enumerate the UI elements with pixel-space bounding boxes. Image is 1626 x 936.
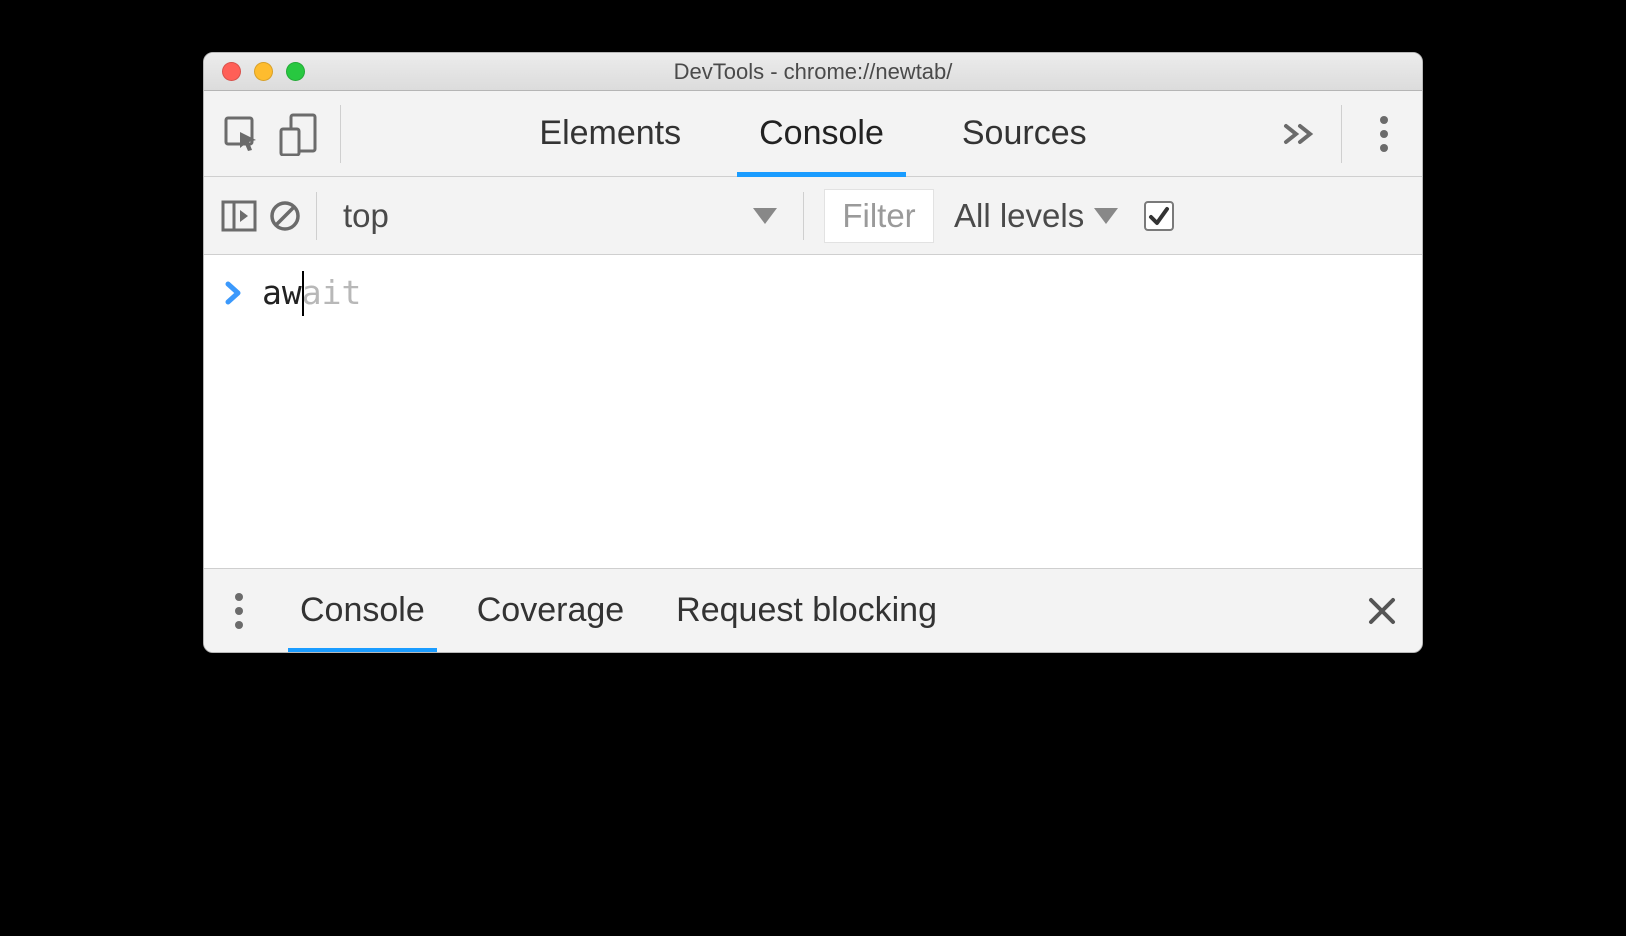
device-toolbar-icon[interactable] [270,106,326,162]
drawer-kebab-menu-icon[interactable] [224,583,254,639]
console-input[interactable]: await [262,273,361,312]
close-drawer-icon[interactable] [1362,583,1402,639]
drawer-tab-request-blocking[interactable]: Request blocking [670,569,943,652]
clear-console-icon[interactable] [262,188,308,244]
kebab-menu-icon[interactable] [1356,106,1412,162]
console-autocomplete-suggestion: ait [302,273,362,312]
maximize-window-button[interactable] [286,62,305,81]
filter-placeholder: Filter [842,197,915,235]
devtools-window: DevTools - chrome://newtab/ Elements Con… [203,52,1423,653]
traffic-lights [204,62,305,81]
divider [316,192,317,240]
dropdown-triangle-icon [1094,208,1118,224]
minimize-window-button[interactable] [254,62,273,81]
execution-context-value: top [343,197,389,235]
console-body[interactable]: await [204,255,1422,568]
inspect-element-icon[interactable] [214,106,270,162]
prompt-chevron-icon [224,280,242,306]
main-tabs: Elements Console Sources [355,91,1271,176]
filter-input[interactable]: Filter [824,189,934,243]
tab-sources[interactable]: Sources [944,91,1105,176]
window-title: DevTools - chrome://newtab/ [204,59,1422,85]
tab-console[interactable]: Console [741,91,902,176]
drawer-tabbar: Console Coverage Request blocking [204,568,1422,652]
tab-elements[interactable]: Elements [521,91,699,176]
more-tabs-icon[interactable] [1271,106,1327,162]
drawer-tab-console[interactable]: Console [294,569,431,652]
dropdown-triangle-icon [753,208,777,224]
console-typed-text: aw [262,273,302,312]
log-levels-label: All levels [954,197,1084,235]
drawer-tab-coverage[interactable]: Coverage [471,569,630,652]
console-prompt-row: await [224,273,1402,312]
main-tabbar: Elements Console Sources [204,91,1422,177]
close-window-button[interactable] [222,62,241,81]
text-cursor [302,271,304,316]
divider [340,105,341,163]
titlebar: DevTools - chrome://newtab/ [204,53,1422,91]
divider [1341,105,1342,163]
execution-context-select[interactable]: top [325,189,795,243]
log-levels-select[interactable]: All levels [946,197,1126,235]
divider [803,192,804,240]
settings-checkbox[interactable] [1144,201,1174,231]
toggle-sidebar-icon[interactable] [216,188,262,244]
console-filterbar: top Filter All levels [204,177,1422,255]
